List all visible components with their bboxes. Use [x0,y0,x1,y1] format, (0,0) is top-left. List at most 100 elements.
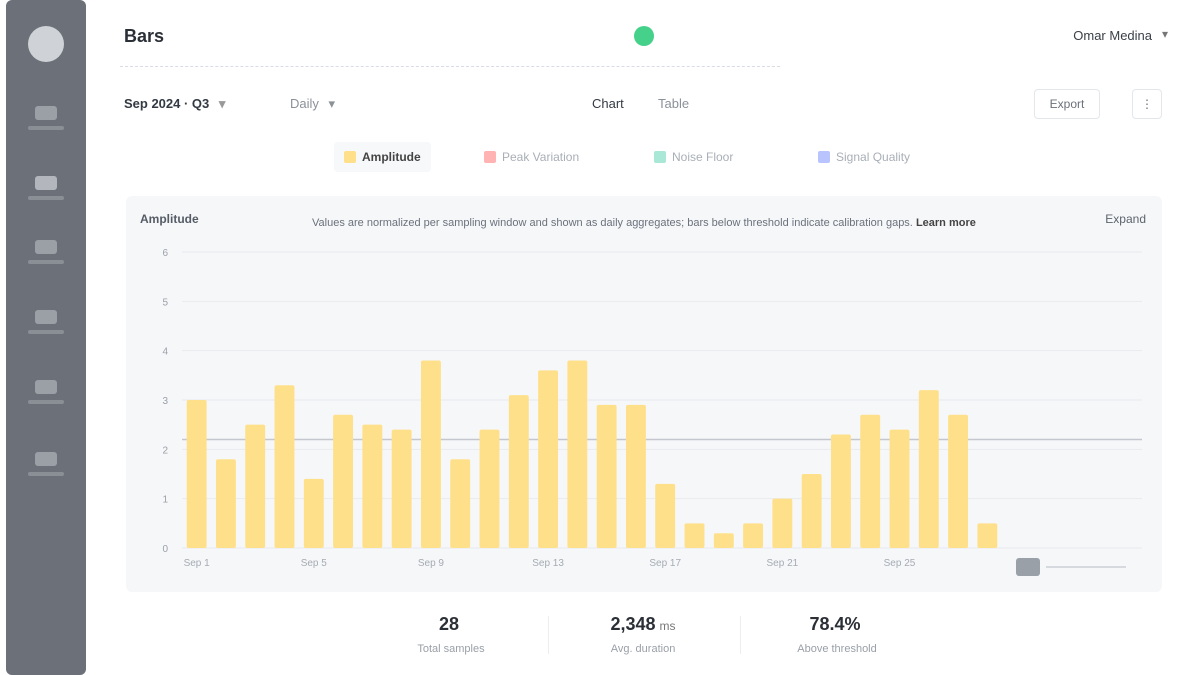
y-tick-label: 5 [162,297,168,308]
chart-card: 0 1 2 3 4 5 6 Sep 1 Sep 5 Sep 9 Sep 13 Sep 17 Sep 21… [126,196,1162,592]
x-tick-label: Sep 21 [767,558,799,569]
chart-bar [801,474,822,548]
chart-bar [713,533,734,548]
tab-table[interactable]: Table [658,96,689,111]
help-icon[interactable] [35,452,57,466]
granularity-value: Daily [290,96,319,111]
chart-bar [450,459,471,548]
stat-total-samples: 28 Total samples [356,614,546,655]
sidebar-item-chart-caption [28,196,64,200]
x-tick-label: Sep 9 [418,558,445,569]
chart-note-text: Values are normalized per sampling windo… [312,217,913,229]
x-tick-label: Sep 5 [301,558,328,569]
chevron-down-icon: ▾ [218,96,226,111]
sidebar-item-folder-caption [28,400,64,404]
chart-bar [977,523,998,548]
y-tick-label: 2 [162,445,168,456]
date-range-label: Sep 2024 · Q3 [124,96,210,111]
chart-bar [391,429,412,548]
chart-bar [596,404,617,548]
status-indicator [634,26,654,46]
legend-item-signal-quality[interactable]: Signal Quality [808,142,920,172]
sidebar-item-help-caption [28,472,64,476]
learn-more-link[interactable]: Learn more [916,217,976,229]
granularity-select[interactable]: Daily ▾ [290,96,335,112]
stat-label: Total samples [417,643,485,655]
settings-icon[interactable] [35,310,57,324]
sidebar-item-settings-caption [28,330,64,334]
x-tick-label: Sep 13 [532,558,564,569]
legend-item-noise-floor[interactable]: Noise Floor [644,142,743,172]
chart-bar [420,360,441,548]
chevron-down-icon: ▾ [328,96,336,111]
grid-icon[interactable] [35,240,57,254]
legend-item-peak-variation[interactable]: Peak Variation [474,142,589,172]
folder-icon[interactable] [35,380,57,394]
chart-bar [772,498,793,548]
chart-bar [479,429,500,548]
legend-swatch [484,151,496,163]
y-tick-label: 1 [162,495,168,506]
chart-description: Values are normalized per sampling windo… [312,216,992,230]
stat-avg-duration: 2,348 ms Avg. duration [548,614,738,655]
x-tick-label: Sep 25 [884,558,916,569]
chart-icon[interactable] [35,176,57,190]
chart-bar [655,483,676,548]
chart-bar [274,385,295,548]
more-options-button[interactable]: ⋮ [1132,89,1162,119]
legend-swatch [344,151,356,163]
stat-above-threshold: 78.4% Above threshold [742,614,932,655]
y-tick-label: 3 [162,396,168,407]
chart-bar [860,414,881,548]
y-tick-label: 0 [162,544,168,555]
stat-divider [740,616,741,654]
chart-bar [948,414,969,548]
sidebar-item-grid-caption [28,260,64,264]
tab-chart[interactable]: Chart [592,96,624,111]
sidebar [6,0,86,675]
stat-value: 78.4% [809,614,861,634]
y-tick-label: 6 [162,248,168,259]
logo-icon[interactable] [28,26,64,62]
legend-label: Signal Quality [836,150,911,164]
header-divider [120,66,780,67]
chart-bar [245,424,266,548]
stat-label: Above threshold [797,643,877,655]
date-range-picker[interactable]: Sep 2024 · Q3 ▾ [124,96,225,112]
chevron-down-icon[interactable]: ▾ [1162,27,1168,41]
page-title: Bars [124,26,165,46]
export-button[interactable]: Export [1034,89,1100,119]
chart-bar [567,360,588,548]
x-tick-label: Sep 17 [649,558,681,569]
chart-bar [186,400,207,548]
legend-label: Peak Variation [502,150,580,164]
chart-title: Amplitude [140,212,199,226]
legend-label: Amplitude [362,150,421,164]
chart-bar [333,414,354,548]
stat-value: 2,348 [610,614,656,634]
expand-chart-button[interactable]: Expand [1105,212,1146,226]
x-tick-label: Sep 1 [184,558,211,569]
legend-swatch [654,151,666,163]
chart-bar [830,434,851,548]
zoom-handle-icon [1016,558,1040,576]
bar-chart: 0 1 2 3 4 5 6 Sep 1 Sep 5 Sep 9 Sep 13 Sep 17 Sep 21… [162,248,1142,576]
chart-bar [889,429,910,548]
chart-bar [538,370,559,548]
legend-label: Noise Floor [672,150,734,164]
chart-bar [215,459,236,548]
chart-bar [743,523,764,548]
y-tick-label: 4 [162,347,168,358]
chart-bar [918,390,939,548]
stat-value: 28 [438,614,460,634]
legend-swatch [818,151,830,163]
user-menu[interactable]: Omar Medina [1073,28,1152,43]
legend-item-amplitude[interactable]: Amplitude [334,142,431,172]
home-icon[interactable] [35,106,57,120]
stat-unit: ms [659,619,676,633]
stat-label: Avg. duration [610,643,676,655]
chart-bar [362,424,383,548]
chart-bar [684,523,705,548]
chart-bar [625,404,646,548]
chart-bar [508,395,529,548]
